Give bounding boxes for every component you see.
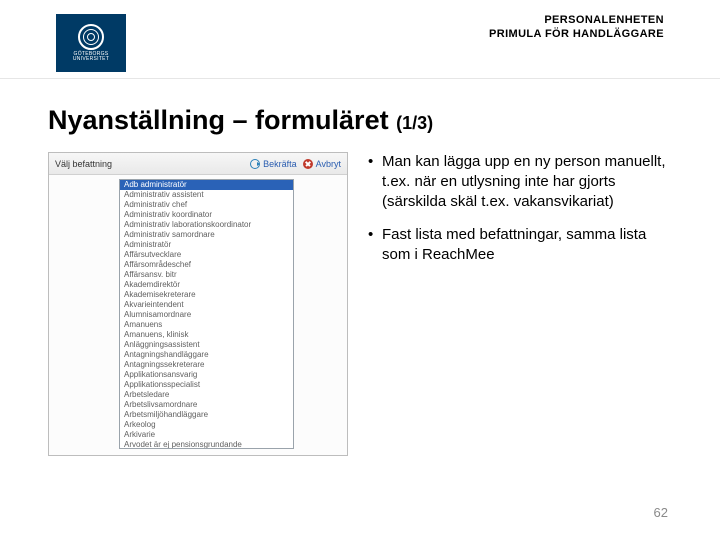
cancel-icon xyxy=(303,159,313,169)
listbox-option[interactable]: Amanuens xyxy=(120,320,293,330)
cancel-label: Avbryt xyxy=(316,159,341,169)
page-title: Nyanställning – formuläret (1/3) xyxy=(48,105,672,136)
seal-icon xyxy=(78,24,104,50)
listbox-option[interactable]: Arbetslivsamordnare xyxy=(120,400,293,410)
listbox-option[interactable]: Applikationsansvarig xyxy=(120,370,293,380)
refresh-icon xyxy=(250,159,260,169)
listbox-option[interactable]: Administrativ assistent xyxy=(120,190,293,200)
listbox-option[interactable]: Arkeolog xyxy=(120,420,293,430)
listbox-option[interactable]: Alumnisamordnare xyxy=(120,310,293,320)
listbox-option[interactable]: Antagningshandläggare xyxy=(120,350,293,360)
listbox-option[interactable]: Arvodet är ej pensionsgrundande xyxy=(120,440,293,449)
listbox-option[interactable]: Arbetsmiljöhandläggare xyxy=(120,410,293,420)
listbox-option[interactable]: Akademisekreterare xyxy=(120,290,293,300)
listbox-option[interactable]: Administrativ samordnare xyxy=(120,230,293,240)
title-counter: (1/3) xyxy=(396,113,433,133)
field-label: Välj befattning xyxy=(55,159,112,169)
listbox-option[interactable]: Administrativ laborationskoordinator xyxy=(120,220,293,230)
listbox-option[interactable]: Administrativ chef xyxy=(120,200,293,210)
bullet-item: Man kan lägga upp en ny person manuellt,… xyxy=(368,152,672,211)
listbox-option[interactable]: Affärsansv. bitr xyxy=(120,270,293,280)
listbox-option[interactable]: Arbetsledare xyxy=(120,390,293,400)
header-title-line1: PERSONALENHETEN xyxy=(489,14,664,28)
app-screenshot: Välj befattning Bekräfta Avbryt Adb admi… xyxy=(48,152,348,456)
listbox-option[interactable]: Anläggningsassistent xyxy=(120,340,293,350)
position-listbox[interactable]: Adb administratörAdministrativ assistent… xyxy=(119,179,294,449)
listbox-option[interactable]: Antagningssekreterare xyxy=(120,360,293,370)
confirm-button[interactable]: Bekräfta xyxy=(250,159,297,169)
bullet-item: Fast lista med befattningar, samma lista… xyxy=(368,225,672,265)
page-number: 62 xyxy=(654,505,668,520)
listbox-option[interactable]: Akademdirektör xyxy=(120,280,293,290)
listbox-option[interactable]: Administratör xyxy=(120,240,293,250)
listbox-option[interactable]: Applikationsspecialist xyxy=(120,380,293,390)
header-title-line2: PRIMULA FÖR HANDLÄGGARE xyxy=(489,28,664,42)
listbox-option[interactable]: Affärsområdeschef xyxy=(120,260,293,270)
listbox-option[interactable]: Amanuens, klinisk xyxy=(120,330,293,340)
listbox-option[interactable]: Akvarieintendent xyxy=(120,300,293,310)
logo-text-line2: UNIVERSITET xyxy=(73,56,109,62)
app-toolbar: Välj befattning Bekräfta Avbryt xyxy=(49,153,347,175)
bullets: Man kan lägga upp en ny person manuellt,… xyxy=(368,152,672,456)
divider xyxy=(0,78,720,79)
listbox-option[interactable]: Administrativ koordinator xyxy=(120,210,293,220)
confirm-label: Bekräfta xyxy=(263,159,297,169)
listbox-option[interactable]: Adb administratör xyxy=(120,180,293,190)
title-main: Nyanställning – formuläret xyxy=(48,105,396,135)
cancel-button[interactable]: Avbryt xyxy=(303,159,341,169)
university-logo: GÖTEBORGS UNIVERSITET xyxy=(56,14,126,72)
listbox-option[interactable]: Affärsutvecklare xyxy=(120,250,293,260)
listbox-option[interactable]: Arkivarie xyxy=(120,430,293,440)
